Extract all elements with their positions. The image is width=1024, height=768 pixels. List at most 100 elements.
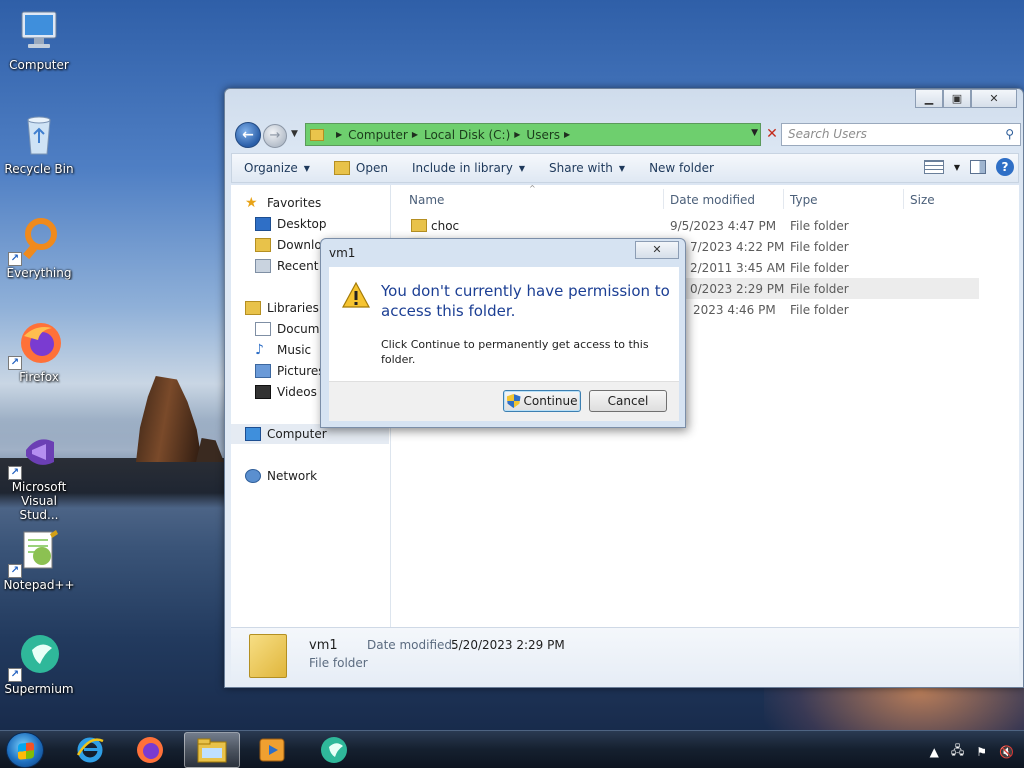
breadcrumb-computer[interactable]: Computer — [348, 128, 408, 142]
cancel-label: Cancel — [607, 394, 649, 408]
breadcrumb-local-disk[interactable]: Local Disk (C:) — [424, 128, 510, 142]
column-header-name[interactable]: Name — [409, 193, 444, 207]
nav-pictures[interactable]: Pictures — [255, 361, 325, 381]
back-button[interactable]: ← — [235, 122, 261, 148]
row-type: File folder — [790, 282, 849, 296]
start-button[interactable] — [6, 732, 44, 768]
breadcrumb: ▶ Computer ▶ Local Disk (C:) ▶ Users ▶ — [332, 128, 576, 142]
details-name: vm1 — [309, 638, 338, 653]
music-icon: ♪ — [255, 342, 264, 358]
show-hidden-icons-button[interactable]: ▲ — [930, 745, 939, 759]
documents-icon — [255, 322, 271, 336]
shortcut-arrow-icon: ↗ — [8, 668, 22, 682]
row-date: 0/2023 2:29 PM — [690, 282, 785, 296]
cancel-button[interactable]: Cancel — [589, 390, 667, 412]
breadcrumb-separator-icon[interactable]: ▶ — [514, 130, 520, 139]
computer-icon — [16, 8, 62, 54]
nav-label: Libraries — [267, 301, 319, 315]
details-date-label: Date modified: — [367, 638, 457, 652]
column-header-size[interactable]: Size — [910, 193, 935, 207]
close-button[interactable]: ✕ — [971, 89, 1017, 108]
address-dropdown-icon[interactable]: ▼ — [751, 128, 758, 138]
action-center-flag-icon[interactable]: ⚑ — [976, 745, 987, 759]
column-separator[interactable] — [903, 189, 904, 209]
nav-label: Desktop — [277, 217, 327, 231]
stop-icon[interactable]: ✕ — [763, 125, 781, 143]
include-in-library-menu[interactable]: Include in library ▼ — [404, 161, 533, 175]
breadcrumb-separator-icon[interactable]: ▶ — [336, 130, 342, 139]
row-type: File folder — [790, 261, 849, 275]
forward-button[interactable]: → — [263, 124, 287, 148]
desktop-icon-recycle-bin[interactable]: Recycle Bin — [0, 112, 78, 176]
organize-menu[interactable]: Organize ▼ — [236, 161, 318, 175]
shortcut-arrow-icon: ↗ — [8, 466, 22, 480]
preview-pane-icon[interactable] — [970, 160, 986, 174]
folder-icon — [249, 634, 287, 678]
continue-button[interactable]: Continue — [503, 390, 581, 412]
desktop-icon-notepad-plus-plus[interactable]: ↗ Notepad++ — [0, 528, 78, 592]
dialog-title: vm1 — [329, 246, 356, 260]
desktop-icon-computer[interactable]: Computer — [0, 8, 78, 72]
dialog-footer: Continue Cancel — [329, 381, 679, 421]
maximize-button[interactable]: ▣ — [943, 89, 971, 108]
command-bar: Organize ▼ Open Include in library ▼ Share… — [231, 153, 1019, 183]
breadcrumb-separator-icon[interactable]: ▶ — [564, 130, 570, 139]
desktop-icon-visual-studio[interactable]: ↗ Microsoft Visual Stud... — [0, 430, 78, 522]
shortcut-arrow-icon: ↗ — [8, 356, 22, 370]
new-folder-label: New folder — [649, 161, 714, 175]
search-input[interactable]: Search Users ⚲ — [781, 123, 1021, 146]
everything-search-icon: ↗ — [8, 216, 62, 266]
column-separator[interactable] — [663, 189, 664, 209]
desktop-icon-firefox[interactable]: ↗ Firefox — [0, 320, 78, 384]
breadcrumb-separator-icon[interactable]: ▶ — [412, 130, 418, 139]
help-icon[interactable]: ? — [996, 158, 1014, 176]
nav-label: Computer — [267, 427, 327, 441]
column-header-date-modified[interactable]: Date modified — [670, 193, 755, 207]
open-button[interactable]: Open — [326, 161, 396, 175]
minimize-button[interactable]: ▁ — [915, 89, 943, 108]
taskbar-supermium[interactable] — [306, 732, 362, 768]
desktop-icon-everything[interactable]: ↗ Everything — [0, 216, 78, 280]
desktop-icon-supermium[interactable]: ↗ Supermium — [0, 632, 78, 696]
nav-desktop[interactable]: Desktop — [255, 214, 327, 234]
share-with-label: Share with — [549, 161, 613, 175]
recent-pages-dropdown[interactable]: ▼ — [291, 129, 298, 139]
row-type: File folder — [790, 240, 849, 254]
row-type: File folder — [790, 219, 849, 233]
new-folder-button[interactable]: New folder — [641, 161, 722, 175]
network-status-icon[interactable]: 🖧 — [951, 741, 964, 762]
nav-libraries[interactable]: Libraries — [245, 298, 319, 318]
table-row[interactable]: choc 9/5/2023 4:47 PM File folder — [401, 215, 979, 236]
taskbar-media-player[interactable] — [244, 732, 300, 768]
supermium-icon: ↗ — [8, 632, 62, 682]
taskbar-file-explorer[interactable] — [184, 732, 240, 768]
details-type: File folder — [309, 656, 368, 670]
visual-studio-icon: ↗ — [8, 430, 62, 480]
firefox-icon — [137, 737, 163, 763]
desktop-icon-label: Supermium — [4, 682, 74, 696]
desktop-icon-label: Microsoft Visual Stud... — [11, 480, 67, 522]
nav-favorites[interactable]: ★ Favorites — [245, 193, 321, 213]
row-name: choc — [431, 219, 460, 233]
taskbar-internet-explorer[interactable] — [62, 732, 118, 768]
dialog-detail: Click Continue to permanently get access… — [381, 338, 649, 366]
desktop-icon-label: Computer — [9, 58, 69, 72]
search-icon[interactable]: ⚲ — [1005, 127, 1014, 141]
share-with-menu[interactable]: Share with ▼ — [541, 161, 633, 175]
view-dropdown-icon[interactable]: ▼ — [954, 163, 960, 172]
column-header-type[interactable]: Type — [790, 193, 818, 207]
desktop-icon-label: Notepad++ — [3, 578, 75, 592]
taskbar-firefox[interactable] — [122, 732, 178, 768]
breadcrumb-users[interactable]: Users — [526, 128, 560, 142]
column-separator[interactable] — [783, 189, 784, 209]
change-view-icon[interactable] — [923, 160, 944, 174]
nav-music[interactable]: ♪ Music — [255, 340, 311, 360]
system-tray: ▲ 🖧 ⚑ 🔇 — [930, 741, 1014, 762]
nav-network[interactable]: Network — [245, 466, 317, 486]
recycle-bin-icon — [16, 112, 62, 158]
address-bar[interactable]: ▶ Computer ▶ Local Disk (C:) ▶ Users ▶ ▼ — [305, 123, 761, 146]
dialog-close-button[interactable]: ✕ — [635, 241, 679, 259]
volume-muted-icon[interactable]: 🔇 — [999, 745, 1014, 759]
folder-icon — [310, 128, 324, 141]
nav-videos[interactable]: Videos — [255, 382, 317, 402]
